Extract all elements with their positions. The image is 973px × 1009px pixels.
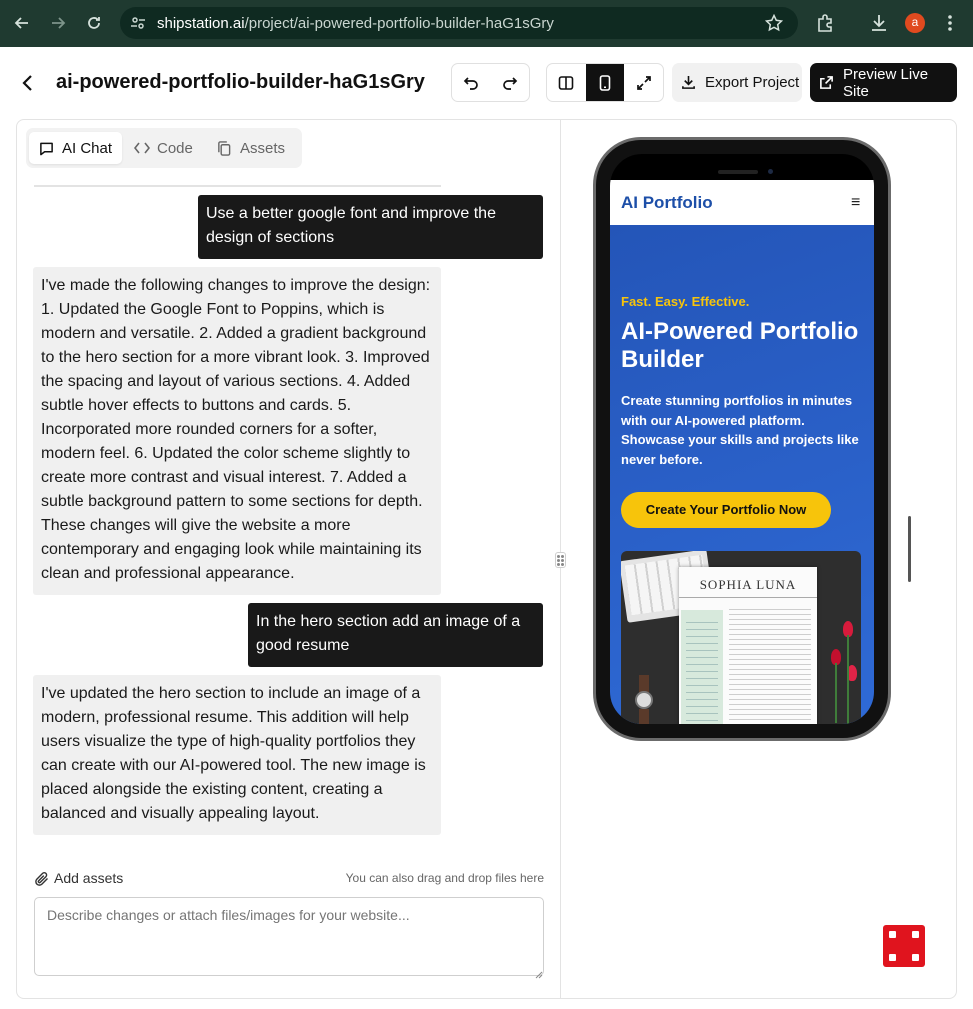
history-button-group [451,63,530,102]
address-bar[interactable]: shipstation.ai/project/ai-powered-portfo… [120,7,798,39]
dice-widget-icon[interactable] [883,925,925,967]
split-view-button[interactable] [547,64,586,101]
user-message: Use a better google font and improve the… [198,195,543,259]
smartphone-icon [599,74,611,91]
paperclip-icon[interactable] [34,871,50,892]
add-assets-row: Add assets You can also drag and drop fi… [34,870,544,888]
export-project-label: Export Project [705,74,800,91]
redo-icon [502,76,517,90]
columns-icon [559,75,574,90]
chat-icon [39,141,54,156]
redo-button[interactable] [491,64,530,101]
site-settings-icon[interactable] [130,15,146,36]
url-text: shipstation.ai/project/ai-powered-portfo… [157,15,554,32]
extensions-icon[interactable] [816,13,836,38]
tulips-graphic [829,621,861,724]
site-navbar: AI Portfolio ≡ [610,180,874,225]
resume-image: SOPHIA LUNA [621,551,861,724]
user-message: In the hero section add an image of a go… [248,603,543,667]
undo-button[interactable] [452,64,491,101]
browser-reload-icon[interactable] [83,12,105,34]
assistant-message: I've updated the hero section to include… [33,675,441,835]
preview-live-site-button[interactable]: Preview Live Site [810,63,957,102]
export-project-button[interactable]: Export Project [672,63,802,102]
undo-icon [464,76,479,90]
hero-title: AI-Powered Portfolio Builder [621,318,859,373]
chat-pane: AI Chat Code Assets Use a better google … [17,120,560,998]
app-header: ai-powered-portfolio-builder-haG1sGry Ex… [0,47,973,119]
mobile-preview-screen: AI Portfolio ≡ Fast. Easy. Effective. AI… [610,154,874,724]
pane-resize-handle[interactable] [555,552,566,568]
hero-tagline: Fast. Easy. Effective. [621,294,750,309]
tab-assets[interactable]: Assets [217,132,297,164]
browser-back-icon[interactable] [11,12,33,34]
copy-icon [217,140,231,156]
tab-code[interactable]: Code [134,132,204,164]
tab-ai-chat-label: AI Chat [62,139,113,157]
mobile-view-button[interactable] [585,64,625,101]
site-hero-section: Fast. Easy. Effective. AI-Powered Portfo… [610,225,874,724]
bookmark-star-icon[interactable] [764,13,784,37]
resize-grip-icon[interactable] [535,966,543,979]
tab-assets-label: Assets [240,139,286,157]
resume-name: SOPHIA LUNA [699,577,797,592]
add-assets-button[interactable]: Add assets [54,870,123,886]
profile-avatar[interactable]: a [905,13,925,33]
external-link-icon [819,75,834,90]
previous-message-edge [34,184,441,187]
browser-toolbar: shipstation.ai/project/ai-powered-portfo… [0,0,973,47]
back-chevron-icon[interactable] [18,73,38,93]
downloads-icon[interactable] [869,13,889,38]
site-logo[interactable]: AI Portfolio [621,193,713,213]
watch-graphic [635,675,653,724]
drag-drop-hint: You can also drag and drop files here [345,871,544,885]
url-host: shipstation.ai [157,15,245,32]
view-mode-button-group [546,63,664,102]
mobile-preview-device: AI Portfolio ≡ Fast. Easy. Effective. AI… [593,137,891,741]
chat-prompt-input[interactable] [34,897,544,976]
code-icon [134,141,150,155]
download-icon [681,75,696,90]
project-title: ai-powered-portfolio-builder-haG1sGry [56,71,425,93]
assistant-message: I've made the following changes to impro… [33,267,441,595]
hamburger-menu-icon[interactable]: ≡ [851,194,860,212]
preview-live-site-label: Preview Live Site [843,65,929,100]
expand-icon [636,75,651,90]
tab-code-label: Code [157,139,193,157]
fullscreen-button[interactable] [624,64,663,101]
pane-tabs: AI Chat Code Assets [26,128,302,168]
browser-forward-icon[interactable] [47,12,69,34]
url-path: /project/ai-powered-portfolio-builder-ha… [244,15,554,32]
browser-menu-icon[interactable] [946,13,954,38]
create-portfolio-button[interactable]: Create Your Portfolio Now [621,492,831,528]
tab-ai-chat[interactable]: AI Chat [29,132,122,164]
resume-paper: SOPHIA LUNA [679,567,817,724]
phone-side-button [908,516,911,582]
hero-description: Create stunning portfolios in minutes wi… [621,393,859,467]
